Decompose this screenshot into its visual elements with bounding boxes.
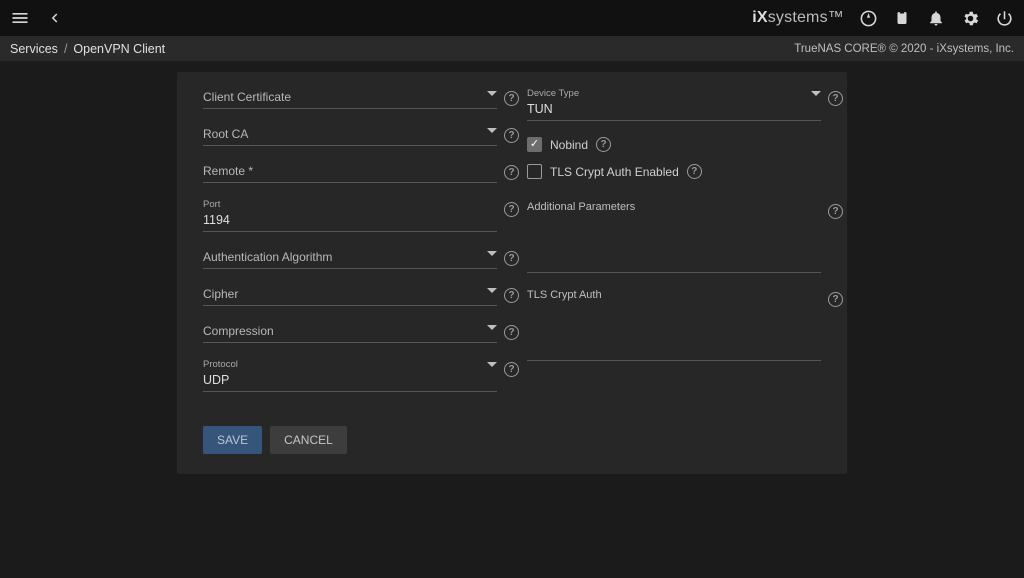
- back-icon[interactable]: [44, 8, 64, 28]
- cipher-label: Cipher: [203, 285, 497, 303]
- protocol-field[interactable]: Protocol UDP ?: [203, 359, 497, 392]
- tls-crypt-auth-enabled-label: TLS Crypt Auth Enabled: [550, 165, 679, 179]
- button-row: SAVE CANCEL: [177, 408, 847, 454]
- chevron-down-icon[interactable]: [487, 128, 497, 133]
- device-type-field[interactable]: Device Type TUN ?: [527, 88, 821, 121]
- auth-algorithm-field[interactable]: Authentication Algorithm ?: [203, 248, 497, 269]
- help-icon[interactable]: ?: [687, 164, 702, 179]
- chevron-down-icon[interactable]: [487, 325, 497, 330]
- help-icon[interactable]: ?: [504, 288, 519, 303]
- auth-algorithm-label: Authentication Algorithm: [203, 248, 497, 266]
- additional-parameters-field[interactable]: Additional Parameters ?: [527, 201, 821, 273]
- chevron-down-icon[interactable]: [487, 91, 497, 96]
- bell-icon[interactable]: [926, 8, 946, 28]
- nobind-checkbox[interactable]: [527, 137, 542, 152]
- additional-parameters-label: Additional Parameters: [527, 201, 821, 213]
- help-icon[interactable]: ?: [504, 165, 519, 180]
- help-icon[interactable]: ?: [504, 91, 519, 106]
- compression-field[interactable]: Compression ?: [203, 322, 497, 343]
- cipher-field[interactable]: Cipher ?: [203, 285, 497, 306]
- status-icon[interactable]: [858, 8, 878, 28]
- help-icon[interactable]: ?: [504, 251, 519, 266]
- breadcrumb-current: OpenVPN Client: [73, 42, 165, 56]
- help-icon[interactable]: ?: [504, 325, 519, 340]
- help-icon[interactable]: ?: [504, 128, 519, 143]
- chevron-down-icon[interactable]: [487, 288, 497, 293]
- ixsystems-logo: iXsystems™: [752, 8, 844, 28]
- help-icon[interactable]: ?: [504, 362, 519, 377]
- menu-icon[interactable]: [10, 8, 30, 28]
- compression-label: Compression: [203, 322, 497, 340]
- client-certificate-field[interactable]: Client Certificate ?: [203, 88, 497, 109]
- protocol-value: UDP: [203, 371, 497, 389]
- gear-icon[interactable]: [960, 8, 980, 28]
- port-field[interactable]: Port 1194 ?: [203, 199, 497, 232]
- port-value: 1194: [203, 211, 497, 229]
- root-ca-label: Root CA: [203, 125, 497, 143]
- help-icon[interactable]: ?: [504, 202, 519, 217]
- remote-label: Remote *: [203, 162, 497, 180]
- openvpn-client-panel: Client Certificate ? Root CA ? Remot: [177, 72, 847, 474]
- nobind-row: Nobind ?: [527, 137, 821, 152]
- device-type-value: TUN: [527, 100, 821, 118]
- help-icon[interactable]: ?: [828, 292, 843, 307]
- tls-crypt-auth-field[interactable]: TLS Crypt Auth ?: [527, 289, 821, 361]
- client-certificate-label: Client Certificate: [203, 88, 497, 106]
- chevron-down-icon[interactable]: [811, 91, 821, 96]
- remote-field[interactable]: Remote * ?: [203, 162, 497, 183]
- device-type-label: Device Type: [527, 88, 821, 99]
- tls-crypt-auth-label: TLS Crypt Auth: [527, 289, 821, 301]
- chevron-down-icon[interactable]: [487, 251, 497, 256]
- copyright-text: TrueNAS CORE® © 2020 - iXsystems, Inc.: [794, 43, 1014, 55]
- breadcrumb-parent[interactable]: Services: [10, 42, 58, 56]
- breadcrumb-sep: /: [64, 42, 67, 56]
- protocol-label: Protocol: [203, 359, 497, 370]
- chevron-down-icon[interactable]: [487, 362, 497, 367]
- tls-crypt-auth-enabled-row: TLS Crypt Auth Enabled ?: [527, 164, 821, 179]
- clipboard-icon[interactable]: [892, 8, 912, 28]
- help-icon[interactable]: ?: [596, 137, 611, 152]
- nobind-label: Nobind: [550, 138, 588, 152]
- logo-prefix: iX: [752, 9, 768, 26]
- power-icon[interactable]: [994, 8, 1014, 28]
- root-ca-field[interactable]: Root CA ?: [203, 125, 497, 146]
- port-label: Port: [203, 199, 497, 210]
- save-button[interactable]: SAVE: [203, 426, 262, 454]
- tls-crypt-auth-enabled-checkbox[interactable]: [527, 164, 542, 179]
- logo-suffix: systems: [768, 9, 828, 26]
- help-icon[interactable]: ?: [828, 204, 843, 219]
- breadcrumb-bar: Services / OpenVPN Client TrueNAS CORE® …: [0, 36, 1024, 62]
- topbar: iXsystems™: [0, 0, 1024, 36]
- help-icon[interactable]: ?: [828, 91, 843, 106]
- cancel-button[interactable]: CANCEL: [270, 426, 347, 454]
